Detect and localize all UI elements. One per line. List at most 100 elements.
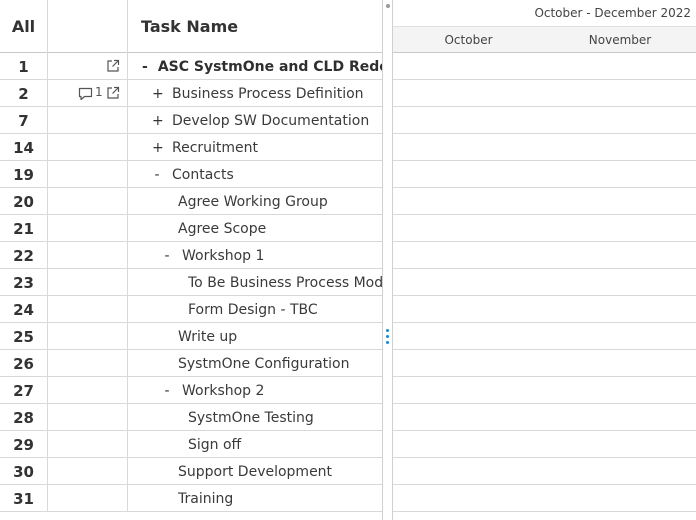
task-name-cell[interactable]: Support Development xyxy=(128,458,382,485)
task-name-label: Form Design - TBC xyxy=(188,301,318,318)
table-row[interactable]: 23 To Be Business Process Mod xyxy=(0,269,382,296)
row-number[interactable]: 25 xyxy=(0,323,48,350)
task-name-cell[interactable]: Agree Scope xyxy=(128,215,382,242)
task-name-cell[interactable]: Agree Working Group xyxy=(128,188,382,215)
collapse-icon[interactable]: - xyxy=(142,59,148,75)
task-name-label: ASC SystmOne and CLD Redesign xyxy=(157,58,382,75)
grid-header: All Task Name xyxy=(0,0,382,53)
gantt-row[interactable] xyxy=(393,215,696,242)
gantt-row[interactable] xyxy=(393,323,696,350)
gantt-row[interactable] xyxy=(393,269,696,296)
gantt-row[interactable] xyxy=(393,80,696,107)
comment-count[interactable]: 1 xyxy=(95,85,103,99)
gantt-row[interactable] xyxy=(393,350,696,377)
gantt-row[interactable] xyxy=(393,242,696,269)
row-number[interactable]: 28 xyxy=(0,404,48,431)
row-number[interactable]: 29 xyxy=(0,431,48,458)
row-number[interactable]: 24 xyxy=(0,296,48,323)
row-actions xyxy=(48,215,128,242)
expand-icon[interactable]: + xyxy=(152,113,164,129)
row-number[interactable]: 23 xyxy=(0,269,48,296)
task-name-cell[interactable]: Form Design - TBC xyxy=(128,296,382,323)
task-name-cell[interactable]: SystmOne Configuration xyxy=(128,350,382,377)
gantt-row[interactable] xyxy=(393,134,696,161)
row-number[interactable]: 26 xyxy=(0,350,48,377)
row-actions xyxy=(48,404,128,431)
collapse-icon[interactable]: - xyxy=(152,167,162,183)
row-actions xyxy=(48,107,128,134)
row-number[interactable]: 14 xyxy=(0,134,48,161)
select-all-header[interactable]: All xyxy=(0,0,48,53)
row-actions xyxy=(48,161,128,188)
task-name-label: Contacts xyxy=(172,166,234,183)
table-row[interactable]: 28 SystmOne Testing xyxy=(0,404,382,431)
table-row[interactable]: 20 Agree Working Group xyxy=(0,188,382,215)
task-name-label: Agree Working Group xyxy=(178,193,328,210)
task-name-cell[interactable]: - Workshop 1 xyxy=(128,242,382,269)
row-number[interactable]: 31 xyxy=(0,485,48,512)
gantt-row[interactable] xyxy=(393,296,696,323)
collapse-icon[interactable]: - xyxy=(162,248,172,264)
table-row[interactable]: 30 Support Development xyxy=(0,458,382,485)
gantt-row[interactable] xyxy=(393,431,696,458)
gantt-row[interactable] xyxy=(393,377,696,404)
expand-icon[interactable]: + xyxy=(152,86,164,102)
gantt-row[interactable] xyxy=(393,485,696,512)
splitter-top-dot xyxy=(386,4,390,8)
table-row[interactable]: 7 + Develop SW Documentation xyxy=(0,107,382,134)
expand-icon[interactable]: + xyxy=(152,140,164,156)
row-number[interactable]: 21 xyxy=(0,215,48,242)
task-name-cell[interactable]: - Contacts xyxy=(128,161,382,188)
gantt-row[interactable] xyxy=(393,458,696,485)
splitter-grip-icon[interactable] xyxy=(386,329,390,349)
task-name-cell[interactable]: + Develop SW Documentation xyxy=(128,107,382,134)
row-actions xyxy=(48,458,128,485)
pane-splitter[interactable] xyxy=(382,0,393,520)
row-number[interactable]: 19 xyxy=(0,161,48,188)
table-row[interactable]: 31 Training xyxy=(0,485,382,512)
table-row[interactable]: 14 + Recruitment xyxy=(0,134,382,161)
task-name-label: Workshop 2 xyxy=(182,382,265,399)
table-row[interactable]: 21 Agree Scope xyxy=(0,215,382,242)
table-row[interactable]: 19 - Contacts xyxy=(0,161,382,188)
task-name-cell[interactable]: SystmOne Testing xyxy=(128,404,382,431)
row-number[interactable]: 30 xyxy=(0,458,48,485)
task-name-cell[interactable]: Write up xyxy=(128,323,382,350)
task-name-header[interactable]: Task Name xyxy=(128,0,382,53)
row-number[interactable]: 27 xyxy=(0,377,48,404)
external-link-icon[interactable] xyxy=(106,59,120,73)
table-row[interactable]: 25 Write up xyxy=(0,323,382,350)
row-number[interactable]: 7 xyxy=(0,107,48,134)
row-actions xyxy=(48,323,128,350)
row-number[interactable]: 20 xyxy=(0,188,48,215)
gantt-row[interactable] xyxy=(393,53,696,80)
task-name-label: SystmOne Configuration xyxy=(178,355,350,372)
comment-icon[interactable] xyxy=(78,87,93,101)
collapse-icon[interactable]: - xyxy=(162,383,172,399)
table-row[interactable]: 26 SystmOne Configuration xyxy=(0,350,382,377)
row-number[interactable]: 2 xyxy=(0,80,48,107)
task-name-cell[interactable]: -ASC SystmOne and CLD Redesign xyxy=(128,53,382,80)
row-actions xyxy=(48,134,128,161)
task-name-cell[interactable]: + Recruitment xyxy=(128,134,382,161)
row-number[interactable]: 1 xyxy=(0,53,48,80)
task-name-cell[interactable]: To Be Business Process Mod xyxy=(128,269,382,296)
table-row[interactable]: 24 Form Design - TBC xyxy=(0,296,382,323)
table-row[interactable]: 27 - Workshop 2 xyxy=(0,377,382,404)
table-row[interactable]: 2 1 + Business Process Definition xyxy=(0,80,382,107)
gantt-row[interactable] xyxy=(393,404,696,431)
gantt-row[interactable] xyxy=(393,188,696,215)
task-name-cell[interactable]: + Business Process Definition xyxy=(128,80,382,107)
table-row[interactable]: 22 - Workshop 1 xyxy=(0,242,382,269)
gantt-row[interactable] xyxy=(393,161,696,188)
task-name-cell[interactable]: - Workshop 2 xyxy=(128,377,382,404)
external-link-icon[interactable] xyxy=(106,86,120,100)
row-number[interactable]: 22 xyxy=(0,242,48,269)
timeline-months: October November xyxy=(393,27,696,53)
gantt-row[interactable] xyxy=(393,107,696,134)
task-name-cell[interactable]: Sign off xyxy=(128,431,382,458)
table-row[interactable]: 29 Sign off xyxy=(0,431,382,458)
table-row[interactable]: 1 -ASC SystmOne and CLD Redesign xyxy=(0,53,382,80)
task-name-label: Training xyxy=(178,490,234,507)
task-name-cell[interactable]: Training xyxy=(128,485,382,512)
